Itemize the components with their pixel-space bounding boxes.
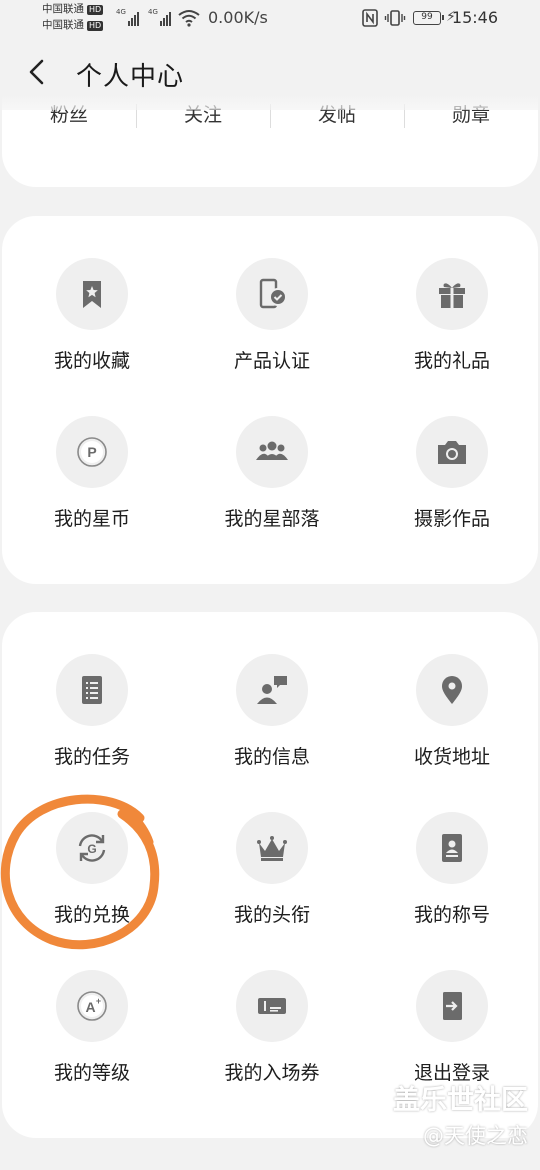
- carrier-1: 中国联通 HD: [42, 3, 104, 15]
- ticket-icon: [258, 998, 286, 1014]
- signal-icon: 4G: [116, 8, 139, 26]
- camera-icon-wrap: [416, 416, 488, 488]
- my-tasks-item[interactable]: 我的任务: [2, 654, 182, 804]
- my-designation-item[interactable]: 我的称号: [362, 812, 540, 962]
- level-a-plus-icon: A +: [77, 991, 107, 1021]
- camera-icon: [438, 441, 466, 464]
- group-icon-wrap: [236, 416, 308, 488]
- item-label: 我的称号: [413, 904, 490, 926]
- id-card-icon-wrap: [416, 812, 488, 884]
- logout-icon: [443, 992, 462, 1020]
- item-label: 收货地址: [413, 746, 490, 768]
- logout-icon-wrap: [416, 970, 488, 1042]
- features-card-1: 我的收藏 产品认证 我的礼品 P 我的星币 我的星部落 摄影作品: [2, 216, 538, 584]
- clock: 15:46: [451, 8, 498, 27]
- gift-icon: [439, 283, 465, 308]
- item-label: 我的星币: [53, 508, 130, 530]
- crown-icon: [257, 836, 287, 861]
- carrier-2: 中国联通 HD: [42, 19, 104, 31]
- task-list-icon-wrap: [56, 654, 128, 726]
- item-label: 我的兑换: [53, 904, 130, 926]
- task-list-icon: [82, 676, 102, 704]
- item-label: 我的头衔: [233, 904, 310, 926]
- coin-p-icon-wrap: P: [56, 416, 128, 488]
- item-label: 我的礼品: [413, 350, 490, 372]
- features-card-2: 我的任务 我的信息 收货地址 G 我的兑换 我的头衔 我的称号 A + 我的等级…: [2, 612, 538, 1138]
- item-label: 我的信息: [233, 746, 310, 768]
- crown-icon-wrap: [236, 812, 308, 884]
- id-card-icon: [442, 834, 462, 862]
- item-label: 我的任务: [53, 746, 130, 768]
- exchange-g-icon-wrap: G: [56, 812, 128, 884]
- nfc-icon: [362, 9, 378, 27]
- level-a-plus-icon-wrap: A +: [56, 970, 128, 1042]
- my-level-item[interactable]: A + 我的等级: [2, 970, 182, 1120]
- app-header: 个人中心: [0, 36, 540, 110]
- product-certification-item[interactable]: 产品认证: [182, 258, 362, 408]
- item-label: 产品认证: [233, 350, 310, 372]
- item-label: 摄影作品: [413, 508, 490, 530]
- my-messages-item[interactable]: 我的信息: [182, 654, 362, 804]
- shipping-address-item[interactable]: 收货地址: [362, 654, 540, 804]
- battery-icon: 99: [413, 11, 444, 25]
- phone-check-icon-wrap: [236, 258, 308, 330]
- my-favorites-item[interactable]: 我的收藏: [2, 258, 182, 408]
- svg-text:A: A: [85, 999, 95, 1015]
- person-message-icon: [257, 676, 287, 704]
- exchange-g-icon: G: [78, 834, 106, 862]
- coin-p-icon: P: [77, 437, 107, 467]
- location-pin-icon: [442, 676, 462, 704]
- my-tickets-item[interactable]: 我的入场券: [182, 970, 362, 1120]
- bookmark-star-icon: [83, 281, 101, 308]
- person-message-icon-wrap: [236, 654, 308, 726]
- photography-item[interactable]: 摄影作品: [362, 416, 540, 566]
- chevron-left-icon[interactable]: [22, 56, 54, 88]
- group-icon: [256, 441, 288, 460]
- page-title: 个人中心: [76, 62, 185, 92]
- ticket-icon-wrap: [236, 970, 308, 1042]
- my-gifts-item[interactable]: 我的礼品: [362, 258, 540, 408]
- gift-icon-wrap: [416, 258, 488, 330]
- network-speed: 0.00K/s: [208, 8, 268, 27]
- location-pin-icon-wrap: [416, 654, 488, 726]
- my-tribe-item[interactable]: 我的星部落: [182, 416, 362, 566]
- wifi-icon: [178, 10, 200, 27]
- item-label: 我的收藏: [53, 350, 130, 372]
- watermark-community: 盖乐世社区: [393, 1085, 528, 1116]
- item-label: 我的星部落: [224, 508, 320, 530]
- signal-icon-2: 4G: [148, 8, 171, 26]
- my-exchange-item[interactable]: G 我的兑换: [2, 812, 182, 962]
- my-coins-item[interactable]: P 我的星币: [2, 416, 182, 566]
- vibrate-icon: [384, 10, 406, 26]
- item-label: 我的入场券: [224, 1062, 320, 1084]
- watermark-author: @天使之恋: [423, 1124, 528, 1148]
- svg-text:P: P: [87, 444, 96, 460]
- svg-text:+: +: [96, 996, 101, 1006]
- svg-text:G: G: [87, 842, 96, 856]
- my-title-item[interactable]: 我的头衔: [182, 812, 362, 962]
- status-bar: 中国联通 HD 中国联通 HD 4G 4G 0.00K/s 99 ⚡ 15:46: [0, 0, 540, 36]
- bookmark-star-icon-wrap: [56, 258, 128, 330]
- phone-check-icon: [259, 278, 287, 309]
- item-label: 我的等级: [53, 1062, 130, 1084]
